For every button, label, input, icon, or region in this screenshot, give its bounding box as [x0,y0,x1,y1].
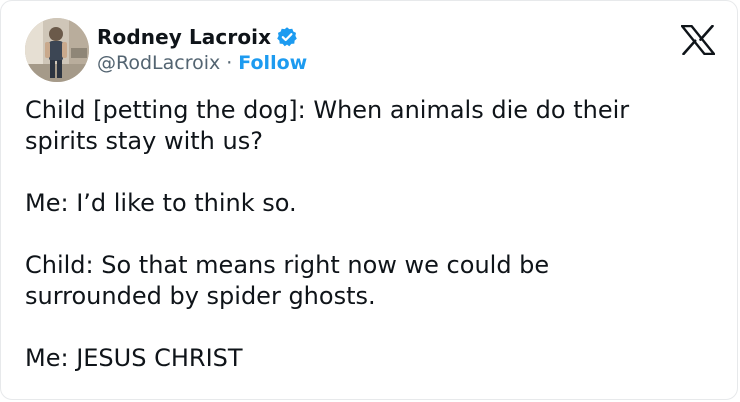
handle-separator: · [226,52,233,74]
handle-row: @RodLacroix · Follow [97,50,307,76]
tweet-card: Rodney Lacroix @RodLacroix · Follow Chil… [0,0,738,400]
follow-button[interactable]: Follow [238,52,307,74]
tweet-paragraph: Child [petting the dog]: When animals di… [25,96,630,155]
tweet-paragraph: Me: JESUS CHRIST [25,344,243,372]
tweet-paragraph: Me: I’d like to think so. [25,189,297,217]
name-row: Rodney Lacroix [97,24,307,50]
tweet-text: Child [petting the dog]: When animals di… [25,95,725,399]
tweet-header: Rodney Lacroix @RodLacroix · Follow [25,17,307,83]
verified-badge-icon [276,26,298,48]
avatar-photo [25,18,89,82]
author-handle[interactable]: @RodLacroix [97,52,220,74]
x-logo-icon[interactable] [680,24,716,56]
author-identity: Rodney Lacroix @RodLacroix · Follow [97,24,307,76]
author-avatar[interactable] [25,18,89,82]
author-display-name[interactable]: Rodney Lacroix [97,25,271,49]
tweet-paragraph: Child: So that means right now we could … [25,251,550,310]
